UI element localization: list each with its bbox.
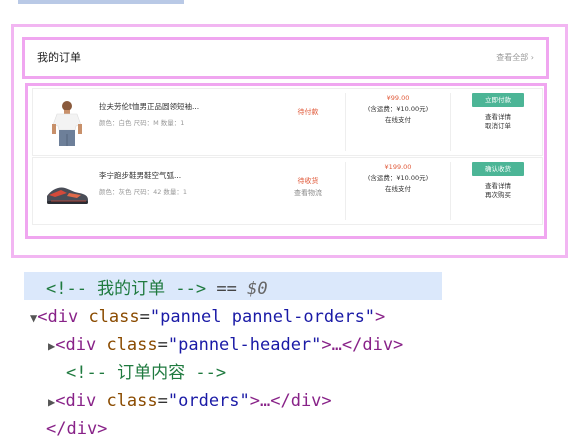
devtools-dom-tree: <!-- 我的订单 --> == $0 ▼<div class="pannel … [0,266,571,446]
dom-node-orders[interactable]: ▶<div class="orders">…</div> [48,387,332,416]
product-meta: 颜色：白色 尺码：M 数量：1 [99,119,185,127]
sneaker-icon[interactable] [41,166,93,218]
view-details-link[interactable]: 查看详情 [453,113,543,122]
shipping-note: (含运费：¥10.00元) [367,105,429,113]
order-actions: 确认收货 查看详情 再次购买 [453,162,543,200]
shipping-note: (含运费：¥10.00元) [367,174,429,182]
view-all-link[interactable]: 查看全部 › [496,52,534,63]
view-logistics-link[interactable]: 查看物流 [278,188,338,198]
payment-method: 在线支付 [385,116,411,124]
cropped-text-highlight [18,0,184,4]
product-name[interactable]: 李宁跑步鞋男鞋空气弧... [99,170,181,181]
order-item: 拉夫劳伦t恤男正品圆领短袖... 颜色：白色 尺码：M 数量：1 待付款 ¥99… [32,88,543,156]
dom-node-comment-content[interactable]: <!-- 订单内容 --> [66,359,226,387]
tshirt-man-icon[interactable] [41,97,93,149]
status-label: 待付款 [297,108,319,116]
confirm-receipt-button[interactable]: 确认收货 [472,162,524,176]
pay-now-button[interactable]: 立即付款 [472,93,524,107]
order-price: ¥99.00 [386,94,410,102]
panel-title: 我的订单 [37,51,81,64]
product-name[interactable]: 拉夫劳伦t恤男正品圆领短袖... [99,101,199,112]
price-block: ¥199.00 (含运费：¥10.00元) 在线支付 [345,162,451,220]
dom-node-pannel-orders[interactable]: ▼<div class="pannel pannel-orders"> [30,303,385,332]
order-status: 待付款 [278,107,338,117]
order-status: 待收货 查看物流 [278,176,338,198]
product-meta: 颜色：灰色 尺码：42 数量：1 [99,188,188,196]
cancel-order-link[interactable]: 取消订单 [453,122,543,131]
dom-node-pannel-header[interactable]: ▶<div class="pannel-header">…</div> [48,331,403,360]
order-price: ¥199.00 [384,163,412,171]
dom-node-close-div[interactable]: </div> [46,415,107,443]
price-block: ¥99.00 (含运费：¥10.00元) 在线支付 [345,93,451,151]
buy-again-link[interactable]: 再次购买 [453,191,543,200]
dom-node-comment-orders[interactable]: <!-- 我的订单 --> == $0 [46,275,268,303]
order-actions: 立即付款 查看详情 取消订单 [453,93,543,131]
status-label: 待收货 [297,177,319,185]
order-item: 李宁跑步鞋男鞋空气弧... 颜色：灰色 尺码：42 数量：1 待收货 查看物流 … [32,157,543,225]
orders-list: 拉夫劳伦t恤男正品圆领短袖... 颜色：白色 尺码：M 数量：1 待付款 ¥99… [25,83,547,239]
panel-header: 我的订单 查看全部 › [22,37,549,79]
view-details-link[interactable]: 查看详情 [453,182,543,191]
payment-method: 在线支付 [385,185,411,193]
